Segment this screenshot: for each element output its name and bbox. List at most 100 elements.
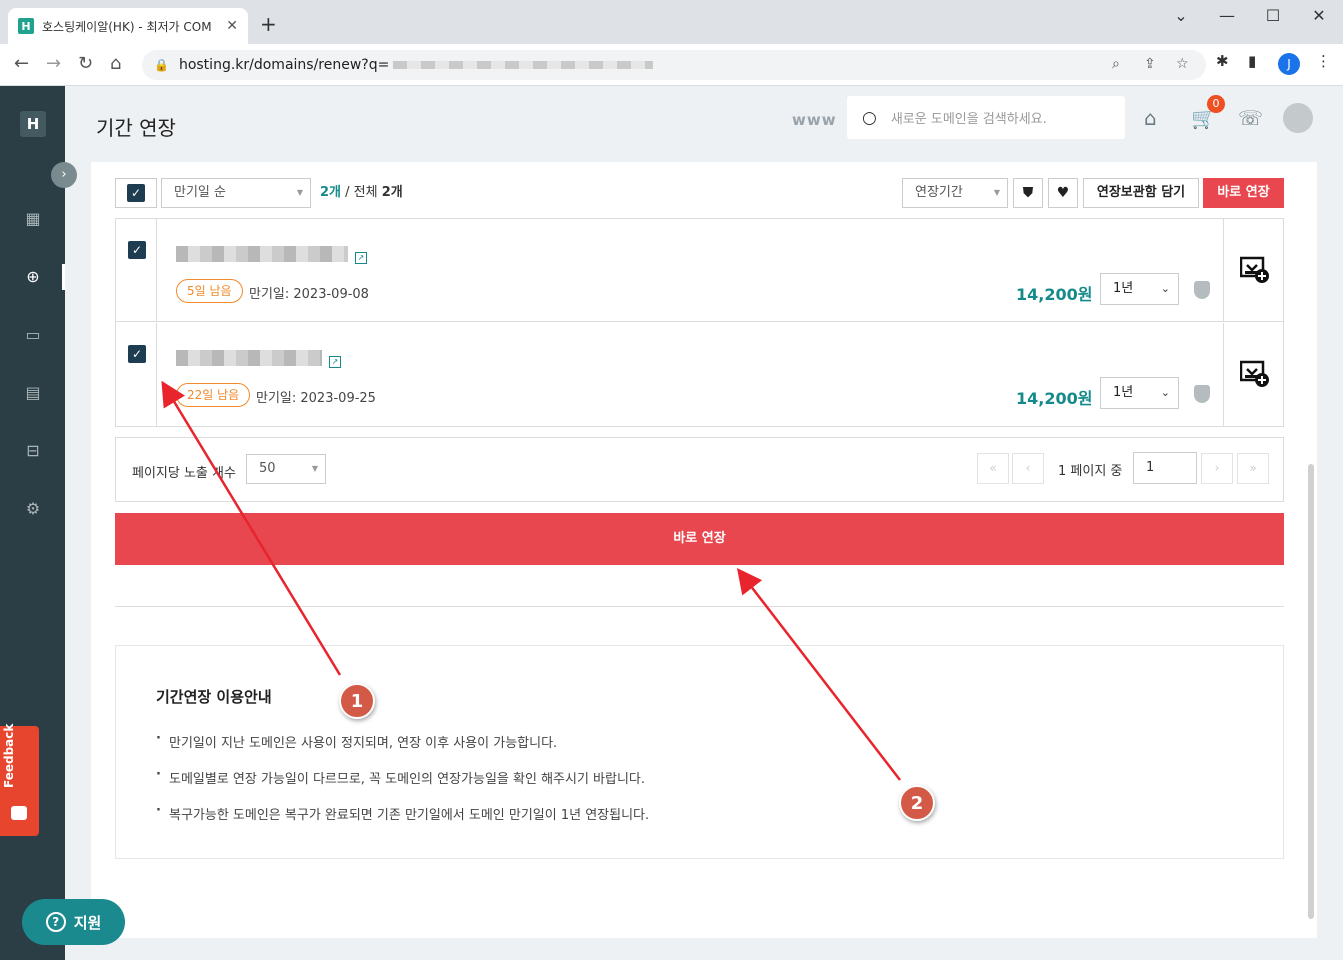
support-button[interactable]: ? 지원 <box>22 899 125 945</box>
tab-title: 호스팅케이알(HK) - 최저가 COM <box>42 19 212 34</box>
external-link-icon[interactable]: ↗ <box>329 356 341 368</box>
search-icon: ○ <box>862 107 877 128</box>
total-count: 2개 <box>381 185 403 200</box>
user-avatar[interactable] <box>1283 103 1313 133</box>
new-tab-icon[interactable]: + <box>260 12 277 36</box>
extensions-icon[interactable]: ✱ <box>1216 52 1229 70</box>
select-all-checkbox[interactable]: ✓ <box>115 178 157 208</box>
renewal-guide: 기간연장 이용안내 만기일이 지난 도메인은 사용이 정지되며, 연장 이후 사… <box>115 645 1284 859</box>
row-checkbox[interactable]: ✓ <box>128 241 146 259</box>
price: 14,200원 <box>1016 285 1093 304</box>
first-page-button[interactable]: « <box>977 453 1009 484</box>
period-dropdown[interactable]: 1년 ⌄ <box>1100 377 1179 409</box>
collapse-sidebar-button[interactable]: › <box>51 162 77 188</box>
caret-down-icon: ▼ <box>993 188 1000 197</box>
protection-shield-button[interactable]: ⛊ <box>1013 178 1043 208</box>
tab-search-chevron-icon[interactable]: ⌄ <box>1158 6 1204 25</box>
address-bar: ← → ↻ ⌂ 🔒 hosting.kr/domains/renew?q= ⌕ … <box>0 44 1343 86</box>
question-icon: ? <box>45 912 66 932</box>
divider <box>115 606 1284 607</box>
row-checkbox-cell: ✓ <box>116 323 157 426</box>
chat-support-icon[interactable]: ☏ <box>1238 106 1263 130</box>
page-number-input[interactable]: 1 <box>1133 452 1197 484</box>
next-page-button[interactable]: › <box>1201 453 1233 484</box>
url-field[interactable]: 🔒 hosting.kr/domains/renew?q= ⌕ ⇪ ☆ <box>142 50 1206 80</box>
selected-count: 2개 <box>320 185 342 200</box>
row-action-cell <box>1223 219 1283 322</box>
main-content: 기간 연장 www ○ 새로운 도메인을 검색하세요. ⌂ 🛒 0 ☏ ✓ 만기… <box>65 86 1343 960</box>
grid-icon[interactable]: ▦ <box>22 208 44 230</box>
check-icon: ✓ <box>127 184 145 202</box>
price: 14,200원 <box>1016 389 1093 408</box>
globe-icon[interactable]: ⊕ <box>22 266 44 288</box>
renew-now-top-button[interactable]: 바로 연장 <box>1203 178 1284 208</box>
sort-select[interactable]: 만기일 순 ▼ <box>161 178 311 208</box>
row-checkbox[interactable]: ✓ <box>128 345 146 363</box>
shield-icon[interactable] <box>1194 281 1210 299</box>
window-icon[interactable]: ▭ <box>22 324 44 346</box>
browser-menu-icon[interactable]: ⋮ <box>1316 52 1331 70</box>
close-window-icon[interactable]: ✕ <box>1296 6 1342 25</box>
guide-list: 만기일이 지난 도메인은 사용이 정지되며, 연장 이후 사용이 가능합니다. … <box>156 731 649 840</box>
minimize-icon[interactable]: — <box>1204 6 1250 25</box>
table-row: ✓ ↗ 5일 남음 만기일: 2023-09-08 14,200원 1년 ⌄ <box>116 219 1283 322</box>
domain-search-input[interactable]: ○ 새로운 도메인을 검색하세요. <box>847 96 1125 139</box>
expiry-date: 만기일: 2023-09-25 <box>256 391 376 406</box>
back-icon[interactable]: ← <box>14 53 29 74</box>
shield-icon[interactable] <box>1194 385 1210 403</box>
count-separator: / 전체 <box>341 185 382 200</box>
add-to-box-icon[interactable] <box>1240 360 1270 388</box>
prev-page-button[interactable]: ‹ <box>1012 453 1044 484</box>
home-icon[interactable]: ⌂ <box>110 53 121 74</box>
list-item: 복구가능한 도메인은 복구가 완료되면 기존 만기일에서 도메인 만기일이 1년… <box>156 803 649 840</box>
cart-count-badge: 0 <box>1207 95 1225 113</box>
favorite-heart-button[interactable]: ♥ <box>1048 178 1078 208</box>
add-to-box-icon[interactable] <box>1240 256 1270 284</box>
side-panel-icon[interactable]: ▮ <box>1248 52 1256 70</box>
www-label: www <box>792 111 837 129</box>
period-value: 1년 <box>1113 281 1134 296</box>
lock-icon: 🔒 <box>154 58 169 72</box>
zoom-search-icon[interactable]: ⌕ <box>1112 56 1120 72</box>
domain-name-blurred <box>176 246 348 262</box>
period-select-value: 연장기간 <box>915 185 963 200</box>
row-checkbox-cell: ✓ <box>116 219 157 322</box>
period-dropdown[interactable]: 1년 ⌄ <box>1100 273 1179 305</box>
close-tab-icon[interactable]: ✕ <box>226 18 238 34</box>
row-action-cell <box>1223 323 1283 426</box>
browser-tab-bar: H 호스팅케이알(HK) - 최저가 COM ✕ + ⌄ — ☐ ✕ <box>0 0 1343 44</box>
server-icon[interactable]: ⊟ <box>22 440 44 462</box>
reload-icon[interactable]: ↻ <box>78 53 93 74</box>
pagination-bar: 페이지당 노출 개수 50 ▼ « ‹ 1 페이지 중 1 › » <box>115 437 1284 502</box>
per-page-select[interactable]: 50 ▼ <box>246 454 326 484</box>
feedback-label: Feedback <box>2 723 16 788</box>
logo[interactable]: H <box>20 111 46 137</box>
feedback-tab[interactable]: Feedback <box>0 723 39 836</box>
sort-select-value: 만기일 순 <box>174 185 226 200</box>
gear-icon[interactable]: ⚙ <box>22 498 44 520</box>
per-page-value: 50 <box>259 461 276 476</box>
scrollbar[interactable] <box>1308 464 1314 919</box>
url-query-blurred <box>393 61 654 69</box>
step-1-badge: 1 <box>339 683 375 719</box>
profile-avatar[interactable]: J <box>1278 53 1300 75</box>
maximize-icon[interactable]: ☐ <box>1250 6 1296 25</box>
browser-tab[interactable]: H 호스팅케이알(HK) - 최저가 COM ✕ <box>8 8 248 44</box>
selection-count: 2개 / 전체 2개 <box>320 181 403 200</box>
last-page-button[interactable]: » <box>1237 453 1269 484</box>
share-icon[interactable]: ⇪ <box>1144 56 1156 72</box>
document-icon[interactable]: ▤ <box>22 382 44 404</box>
feedback-icon <box>11 806 27 820</box>
home-icon[interactable]: ⌂ <box>1144 106 1157 130</box>
support-label: 지원 <box>73 913 102 932</box>
add-to-renewal-box-button[interactable]: 연장보관함 담기 <box>1083 178 1199 208</box>
renew-now-button[interactable]: 바로 연장 <box>115 513 1284 565</box>
expiry-date: 만기일: 2023-09-08 <box>249 287 369 302</box>
days-left-badge: 5일 남음 <box>176 279 243 303</box>
external-link-icon[interactable]: ↗ <box>355 252 367 264</box>
chevron-down-icon: ⌄ <box>1160 386 1170 399</box>
bookmark-star-icon[interactable]: ☆ <box>1176 56 1189 72</box>
url-text: hosting.kr/domains/renew?q= <box>178 57 390 73</box>
period-select[interactable]: 연장기간 ▼ <box>902 178 1008 208</box>
forward-icon[interactable]: → <box>46 53 61 74</box>
